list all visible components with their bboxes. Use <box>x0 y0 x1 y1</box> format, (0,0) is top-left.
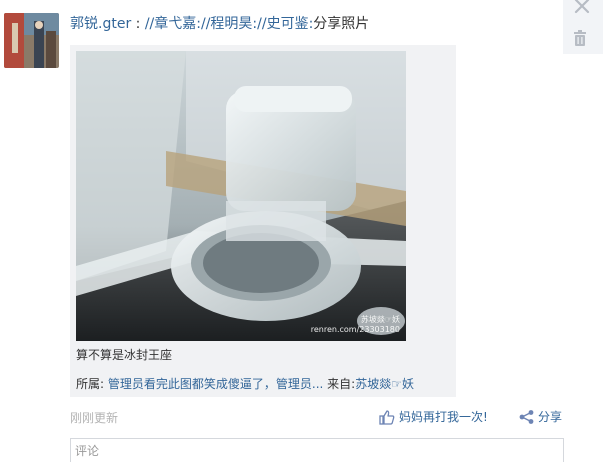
header-separator: : <box>131 16 145 32</box>
post-time: 刚刚更新 <box>70 411 119 425</box>
shared-photo[interactable]: 苏坡燚☞妖 renren.com/23303180 <box>76 51 406 341</box>
shared-photo-card: 苏坡燚☞妖 renren.com/23303180 算不算是冰封王座 所属: 管… <box>70 45 456 397</box>
like-label: 妈妈再打我一次! <box>399 410 488 424</box>
avatar-image <box>4 13 59 68</box>
album-label: 所属: <box>76 377 105 391</box>
album-link[interactable]: 管理员看完此图都笑成傻逼了，管理员... <box>108 377 323 391</box>
close-icon[interactable] <box>573 0 591 14</box>
mention-link-2[interactable]: //程明昊: <box>201 16 257 32</box>
post-action-text: 分享照片 <box>313 16 370 32</box>
author-link[interactable]: 郭锐.gter <box>70 16 131 32</box>
share-button[interactable]: 分享 <box>519 409 562 425</box>
from-label: 来自: <box>327 377 356 391</box>
mention-link-1[interactable]: //章弋嘉: <box>145 16 201 32</box>
from-user-link[interactable]: 苏坡燚☞妖 <box>355 377 414 391</box>
comment-input[interactable]: 评论 <box>70 438 564 462</box>
mention-link-3[interactable]: //史可鉴: <box>257 16 313 32</box>
avatar[interactable] <box>4 13 59 68</box>
thumbs-up-icon <box>379 409 395 425</box>
photo-source-line: 所属: 管理员看完此图都笑成傻逼了，管理员... 来自:苏坡燚☞妖 <box>76 376 414 392</box>
watermark-url: renren.com/23303180 <box>310 325 400 334</box>
trash-icon[interactable] <box>573 30 587 46</box>
photo-watermark: 苏坡燚☞妖 renren.com/23303180 <box>311 315 400 335</box>
like-button[interactable]: 妈妈再打我一次! <box>379 409 488 425</box>
post-header: 郭锐.gter : //章弋嘉://程明昊://史可鉴:分享照片 <box>70 14 369 34</box>
photo-caption: 算不算是冰封王座 <box>76 348 173 362</box>
ice-toilet-image <box>76 51 406 341</box>
share-label: 分享 <box>538 410 563 424</box>
watermark-title: 苏坡燚☞妖 <box>360 315 400 324</box>
share-icon <box>519 410 534 424</box>
